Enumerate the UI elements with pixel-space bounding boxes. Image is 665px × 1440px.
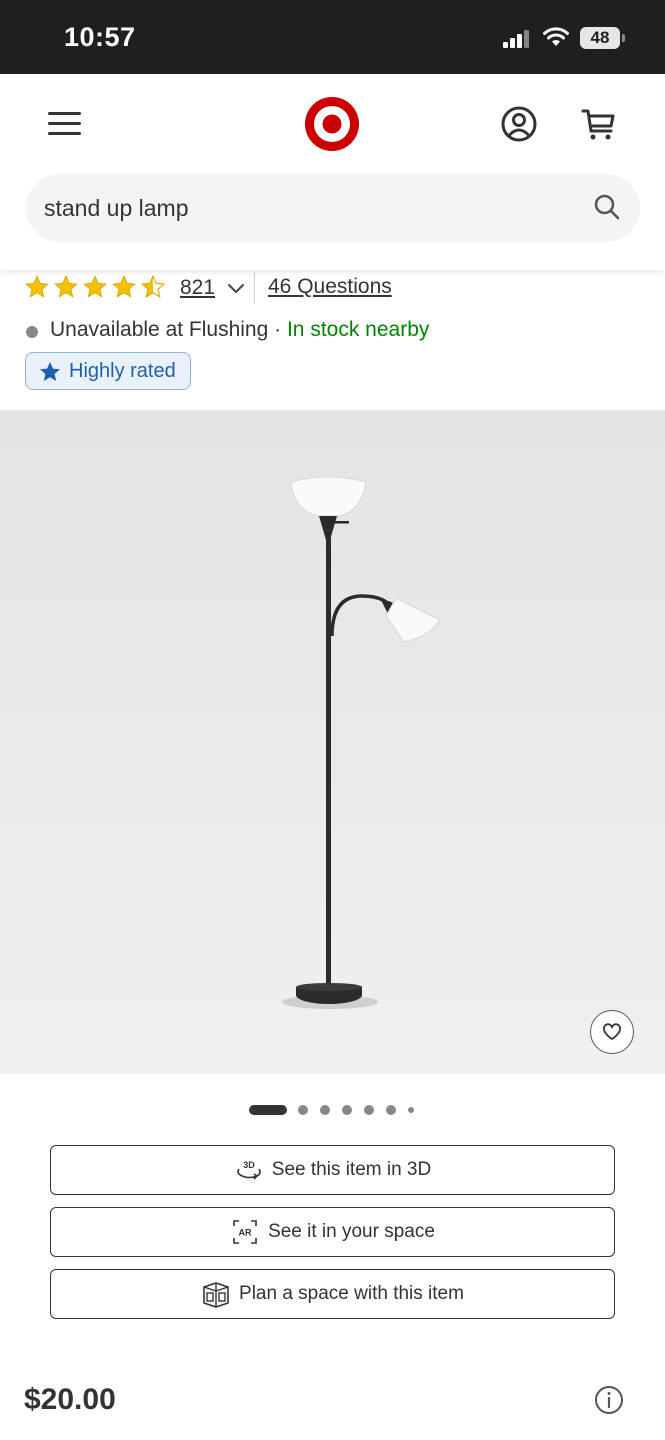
menu-icon[interactable]	[48, 110, 84, 138]
rating-row: 821 46 Questions	[24, 270, 644, 306]
cellular-signal-icon	[503, 30, 533, 48]
header: stand up lamp	[0, 74, 665, 270]
product-price: $20.00	[24, 1383, 116, 1416]
carousel-dot-5[interactable]	[364, 1105, 374, 1115]
highly-rated-badge: Highly rated	[25, 352, 191, 390]
plan-a-space-label: Plan a space with this item	[239, 1283, 464, 1304]
target-logo[interactable]	[303, 95, 361, 153]
star-icon	[40, 362, 60, 381]
chevron-down-icon[interactable]	[226, 278, 246, 298]
plan-room-icon	[203, 1282, 229, 1308]
status-time: 10:57	[64, 22, 136, 52]
carousel-dot-2[interactable]	[298, 1105, 308, 1115]
star-full-icon	[83, 275, 107, 298]
star-full-icon	[112, 275, 136, 298]
info-icon[interactable]	[594, 1385, 624, 1415]
search-input[interactable]: stand up lamp	[26, 174, 640, 242]
star-full-icon	[54, 275, 78, 298]
carousel-dot-6[interactable]	[386, 1105, 396, 1115]
product-image[interactable]	[0, 410, 665, 1074]
availability-text: Unavailable at Flushing · In stock nearb…	[50, 318, 429, 342]
svg-text:AR: AR	[239, 1228, 252, 1238]
status-bar: 10:57 48	[0, 0, 665, 74]
availability-status: Unavailable at Flushing	[50, 318, 269, 341]
availability-separator: ·	[268, 318, 287, 341]
heart-icon	[603, 1023, 621, 1040]
3d-rotate-icon: 3D	[236, 1160, 261, 1180]
badge-label: Highly rated	[69, 360, 176, 382]
see-in-3d-label: See this item in 3D	[271, 1159, 432, 1180]
account-icon[interactable]	[500, 105, 538, 143]
see-in-3d-button[interactable]: 3D See this item in 3D	[50, 1145, 615, 1195]
in-stock-nearby-link[interactable]: In stock nearby	[287, 318, 429, 341]
carousel-dot-3[interactable]	[320, 1105, 330, 1115]
favorite-button[interactable]	[590, 1010, 634, 1054]
floor-lamp-image	[282, 476, 441, 1009]
divider	[254, 272, 255, 304]
ar-icon: AR	[233, 1220, 257, 1244]
wifi-icon	[543, 27, 569, 46]
questions-link[interactable]: 46 Questions	[268, 275, 392, 299]
see-in-your-space-label: See it in your space	[268, 1221, 435, 1242]
search-query[interactable]: stand up lamp	[44, 195, 188, 222]
svg-text:3D: 3D	[243, 1160, 255, 1170]
carousel-dot-4[interactable]	[342, 1105, 352, 1115]
star-half-icon	[140, 274, 166, 298]
plan-a-space-button[interactable]: Plan a space with this item	[50, 1269, 615, 1319]
battery-nub	[622, 34, 625, 42]
search-icon[interactable]	[592, 192, 622, 222]
cart-icon[interactable]	[580, 105, 618, 143]
battery-level: 48	[580, 27, 620, 49]
unavailable-dot-icon	[26, 326, 38, 338]
star-full-icon	[25, 275, 49, 298]
image-carousel-indicator	[0, 1100, 665, 1118]
see-in-your-space-button[interactable]: AR See it in your space	[50, 1207, 615, 1257]
carousel-dot-7[interactable]	[408, 1107, 414, 1113]
rating-count-link[interactable]: 821	[180, 276, 215, 300]
carousel-dot-1[interactable]	[249, 1105, 287, 1115]
